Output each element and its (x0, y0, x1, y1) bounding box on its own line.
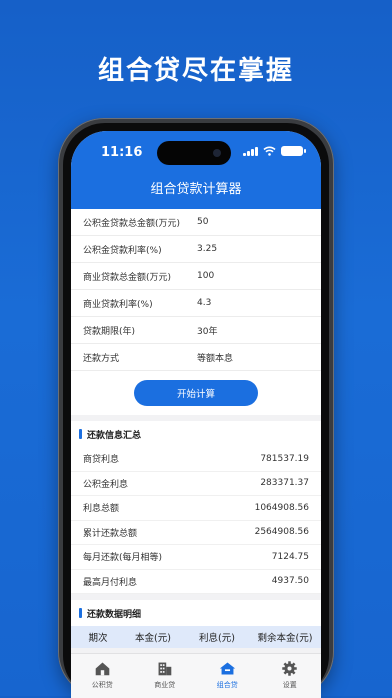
phone-screen: 11:16 组合贷款计算器 公积金贷款总金额(万元) 50 公积金贷款利率(%)… (71, 131, 321, 698)
column-header-remaining: 剩余本金(元) (257, 633, 313, 644)
form-row-label: 还款方式 (83, 353, 120, 364)
form-row-loan-term[interactable]: 贷款期限(年) 30年 (71, 317, 321, 344)
summary-label: 累计还款总额 (83, 528, 138, 539)
detail-section-title: 还款数据明细 (71, 600, 321, 626)
camera-dot (213, 149, 221, 157)
form-row-repayment-method[interactable]: 还款方式 等额本息 (71, 344, 321, 371)
summary-value: 4937.50 (271, 576, 309, 587)
summary-section-title: 还款信息汇总 (71, 421, 321, 447)
dynamic-island (157, 141, 231, 165)
summary-label: 每月还款(每月相等) (83, 553, 163, 564)
column-header-principal: 本金(元) (135, 633, 171, 644)
nav-bar: 组合贷款计算器 (71, 179, 321, 209)
promo-headline: 组合贷尽在掌握 (97, 56, 294, 86)
status-icons (243, 146, 306, 156)
summary-row: 商贷利息 781537.19 (71, 447, 321, 472)
summary-label: 公积金利息 (83, 479, 129, 490)
detail-table-header: 期次 本金(元) 利息(元) 剩余本金(元) (71, 626, 321, 648)
section-marker (79, 429, 82, 439)
summary-card: 商贷利息 781537.19 公积金利息 283371.37 利息总额 1064… (71, 447, 321, 594)
form-row-label: 商业贷款利率(%) (83, 299, 153, 310)
column-header-interest: 利息(元) (199, 633, 235, 644)
summary-row: 每月还款(每月相等) 7124.75 (71, 545, 321, 570)
phone-bezel: 11:16 组合贷款计算器 公积金贷款总金额(万元) 50 公积金贷款利率(%)… (63, 123, 329, 698)
tab-label: 公积贷 (91, 681, 113, 689)
summary-row: 公积金利息 283371.37 (71, 472, 321, 496)
tab-combo-loan[interactable]: 组合贷 (196, 654, 259, 698)
main-content: 公积金贷款总金额(万元) 50 公积金贷款利率(%) 3.25 商业贷款总金额(… (71, 209, 321, 654)
house-icon (95, 662, 110, 676)
tab-settings[interactable]: 设置 (259, 654, 322, 698)
summary-row: 累计还款总额 2564908.56 (71, 521, 321, 545)
combo-house-icon (219, 662, 235, 675)
form-row-label: 贷款期限(年) (83, 326, 136, 337)
status-bar: 11:16 (71, 131, 321, 179)
building-icon (158, 662, 172, 676)
summary-value: 781537.19 (260, 453, 309, 464)
section-marker (79, 608, 82, 618)
summary-row: 最高月付利息 4937.50 (71, 570, 321, 594)
battery-icon (281, 146, 306, 156)
tab-label: 组合贷 (216, 681, 238, 689)
status-time: 11:16 (101, 145, 143, 160)
form-row-label: 公积金贷款利率(%) (83, 245, 162, 256)
tab-bar: 公积贷 商业贷 组合贷 设置 (71, 653, 321, 698)
form-row-fund-amount[interactable]: 公积金贷款总金额(万元) 50 (71, 209, 321, 236)
summary-value: 1064908.56 (254, 502, 309, 513)
summary-label: 商贷利息 (83, 455, 120, 466)
summary-row: 利息总额 1064908.56 (71, 496, 321, 521)
fund-rate-input[interactable]: 3.25 (197, 244, 321, 254)
page-title: 组合贷款计算器 (150, 182, 242, 197)
summary-label: 利息总额 (83, 504, 120, 515)
start-calculate-button[interactable]: 开始计算 (134, 380, 258, 406)
column-header-period: 期次 (88, 633, 108, 644)
tab-commercial-loan[interactable]: 商业贷 (134, 654, 197, 698)
button-area: 开始计算 (71, 371, 321, 415)
gear-icon (282, 661, 297, 676)
fund-amount-input[interactable]: 50 (197, 217, 321, 227)
form-row-label: 公积金贷款总金额(万元) (83, 218, 181, 229)
wifi-icon (263, 146, 276, 156)
summary-title-text: 还款信息汇总 (87, 430, 142, 441)
summary-label: 最高月付利息 (83, 577, 138, 588)
phone-frame: 11:16 组合贷款计算器 公积金贷款总金额(万元) 50 公积金贷款利率(%)… (58, 118, 334, 698)
tab-label: 设置 (282, 681, 297, 689)
signal-icon (243, 146, 258, 156)
tab-fund-loan[interactable]: 公积贷 (71, 654, 134, 698)
form-row-label: 商业贷款总金额(万元) (83, 272, 172, 283)
repayment-method-select[interactable]: 等额本息 (197, 351, 321, 364)
commercial-rate-input[interactable]: 4.3 (197, 298, 321, 308)
detail-title-text: 还款数据明细 (87, 609, 142, 620)
form-row-fund-rate[interactable]: 公积金贷款利率(%) 3.25 (71, 236, 321, 263)
summary-value: 7124.75 (271, 551, 309, 562)
summary-value: 2564908.56 (254, 527, 309, 538)
tab-label: 商业贷 (154, 681, 176, 689)
form-row-commercial-rate[interactable]: 商业贷款利率(%) 4.3 (71, 290, 321, 317)
loan-term-select[interactable]: 30年 (197, 324, 321, 337)
commercial-amount-input[interactable]: 100 (197, 271, 321, 281)
form-row-commercial-amount[interactable]: 商业贷款总金额(万元) 100 (71, 263, 321, 290)
summary-value: 283371.37 (260, 478, 309, 489)
input-form: 公积金贷款总金额(万元) 50 公积金贷款利率(%) 3.25 商业贷款总金额(… (71, 209, 321, 415)
